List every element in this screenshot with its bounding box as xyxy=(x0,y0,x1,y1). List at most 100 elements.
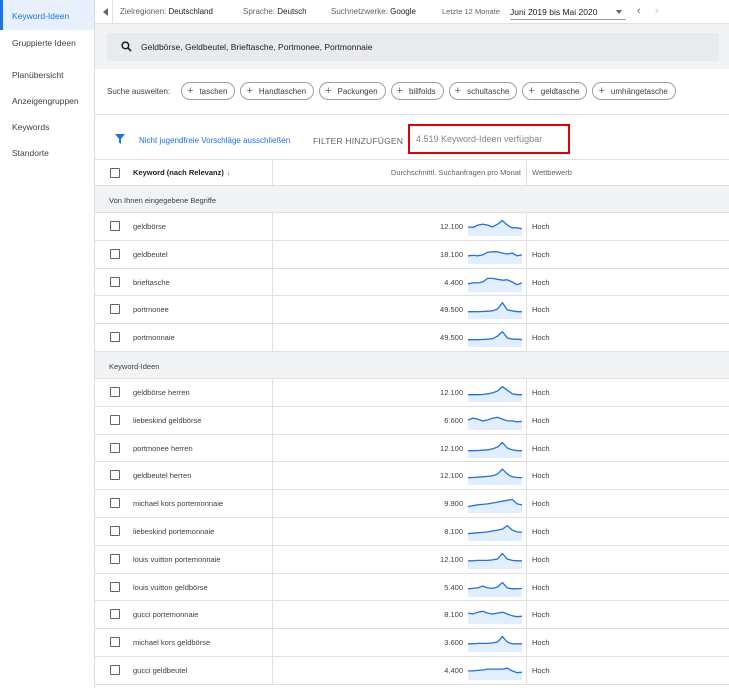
table-row[interactable]: geldbeutel 18.100 Hoch xyxy=(95,240,729,269)
table-row[interactable]: louis vuitton geldbörse 5.400 Hoch xyxy=(95,573,729,602)
plus-icon: + xyxy=(246,85,253,97)
keyword-cell: portmonee xyxy=(133,305,169,315)
row-checkbox[interactable] xyxy=(110,637,120,648)
plus-icon: + xyxy=(396,85,403,97)
regions-setting[interactable]: Zielregionen: Deutschland xyxy=(120,7,213,16)
chip-list: + taschen + Handtaschen + Packungen + billfolds… xyxy=(181,82,676,100)
sidebar-item-keywords[interactable]: Keywords xyxy=(0,114,94,140)
plus-icon: + xyxy=(528,85,535,97)
sort-arrow-icon: ↓ xyxy=(226,168,231,177)
row-checkbox[interactable] xyxy=(110,470,120,481)
exclude-adult-link[interactable]: Nicht jugendfreie Vorschläge ausschließe… xyxy=(139,136,290,145)
column-header-volume[interactable]: Durchschnittl. Suchanfragen pro Monat xyxy=(391,168,521,177)
sparkline-line xyxy=(468,635,522,645)
row-checkbox[interactable] xyxy=(110,442,120,453)
keyword-cell: portmonnaie xyxy=(133,333,175,343)
table-row[interactable]: gucci portemonnaie 8.100 Hoch xyxy=(95,601,729,630)
table-row[interactable]: michael kors portemonnaie 9.900 Hoch xyxy=(95,490,729,518)
row-checkbox[interactable] xyxy=(110,414,120,425)
search-icon xyxy=(121,41,132,52)
sidebar-item-gruppierte-ideen[interactable]: Gruppierte Ideen xyxy=(0,30,94,56)
keyword-cell: michael kors geldbörse xyxy=(133,638,211,648)
networks-setting[interactable]: Suchnetzwerke: Google xyxy=(331,7,416,16)
suggestion-chip[interactable]: + schultasche xyxy=(448,82,518,100)
table-row[interactable]: portmonee 49.500 Hoch xyxy=(95,296,729,325)
broaden-search-label: Suche ausweiten: xyxy=(107,87,171,96)
chevron-left-icon[interactable]: ‹ xyxy=(637,5,641,17)
column-divider xyxy=(272,268,273,296)
table-row[interactable]: brieftasche 4.400 Hoch xyxy=(95,268,729,297)
trend-sparkline xyxy=(467,416,523,430)
row-checkbox[interactable] xyxy=(110,304,120,315)
row-checkbox[interactable] xyxy=(110,664,120,675)
competition-cell: Hoch xyxy=(532,665,550,675)
volume-cell: 9.900 xyxy=(444,499,463,509)
table-row[interactable]: geldbörse herren 12.100 Hoch xyxy=(95,378,729,407)
select-all-checkbox[interactable] xyxy=(110,168,120,178)
trend-sparkline xyxy=(468,635,522,653)
keyword-cell: gucci portemonnaie xyxy=(133,610,199,620)
suggestion-chip[interactable]: + umhängetasche xyxy=(592,82,676,100)
chevron-right-icon[interactable]: › xyxy=(655,5,659,17)
row-checkbox[interactable] xyxy=(110,525,120,536)
row-checkbox[interactable] xyxy=(110,248,120,259)
volume-cell: 6.600 xyxy=(444,415,463,425)
suggestion-chip[interactable]: + Packungen xyxy=(319,82,386,100)
column-header-competition[interactable]: Wettbewerb xyxy=(532,168,572,177)
sparkline-area xyxy=(468,553,522,569)
sidebar-item-anzeigengruppen[interactable]: Anzeigengruppen xyxy=(0,88,94,114)
row-checkbox[interactable] xyxy=(110,609,120,620)
table-row[interactable]: liebeskind portemonnaie 8.100 Hoch xyxy=(95,517,729,546)
plus-icon: + xyxy=(454,85,462,97)
language-setting[interactable]: Sprache: Deutsch xyxy=(243,7,307,16)
column-header-keyword[interactable]: Keyword (nach Relevanz) ↓ xyxy=(133,168,231,177)
table-row[interactable]: louis vuitton portemonnaie 12.100 Hoch xyxy=(95,545,729,574)
column-divider xyxy=(526,296,527,324)
table-row[interactable]: michael kors geldbörse 3.600 Hoch xyxy=(95,629,729,657)
column-divider xyxy=(526,240,527,268)
column-divider xyxy=(272,517,273,545)
keyword-search-input[interactable]: Geldbörse, Geldbeutel, Brieftasche, Port… xyxy=(107,33,719,61)
table-row[interactable]: gucci geldbeutel 4.400 Hoch xyxy=(95,656,729,685)
add-filter-button[interactable]: FILTER HINZUFÜGEN xyxy=(313,136,403,146)
keyword-cell: louis vuitton portemonnaie xyxy=(133,554,221,564)
sidebar-item-standorte[interactable]: Standorte xyxy=(0,140,94,166)
table-row[interactable]: geldbeutel herren 12.100 Hoch xyxy=(95,462,729,491)
column-divider xyxy=(272,601,273,629)
keyword-cell: louis vuitton geldbörse xyxy=(133,582,208,592)
row-checkbox[interactable] xyxy=(110,581,120,592)
row-checkbox[interactable] xyxy=(110,553,120,564)
table-row[interactable]: liebeskind geldbörse 6.600 Hoch xyxy=(95,406,729,435)
group-header-provided-label: Von Ihnen eingegebene Begriffe xyxy=(109,196,217,205)
sidebar-item-planuebersicht[interactable]: Planübersicht xyxy=(0,62,94,88)
table-row[interactable]: geldbörse 12.100 Hoch xyxy=(95,213,729,241)
column-divider xyxy=(526,629,527,656)
column-divider xyxy=(272,324,273,351)
collapse-sidebar-icon[interactable] xyxy=(99,0,113,24)
table-row[interactable]: portmonnaie 49.500 Hoch xyxy=(95,324,729,352)
suggestion-chip-label: taschen xyxy=(199,86,228,96)
suggestion-chip[interactable]: + taschen xyxy=(181,82,236,100)
suggestion-chip[interactable]: + Handtaschen xyxy=(240,82,315,100)
row-checkbox[interactable] xyxy=(110,221,120,231)
row-checkbox[interactable] xyxy=(110,386,120,397)
row-checkbox[interactable] xyxy=(110,276,120,287)
group-header-ideas: Keyword-Ideen xyxy=(95,351,729,379)
competition-cell: Hoch xyxy=(532,277,550,287)
column-divider xyxy=(526,324,527,351)
table-row[interactable]: portmonee herren 12.100 Hoch xyxy=(95,434,729,463)
column-divider xyxy=(526,545,527,573)
date-range-select[interactable]: Juni 2019 bis Mai 2020 xyxy=(510,4,626,20)
suggestion-chip[interactable]: + billfolds xyxy=(390,82,444,100)
group-header-ideas-label: Keyword-Ideen xyxy=(109,361,160,371)
competition-cell: Hoch xyxy=(532,582,550,592)
row-checkbox[interactable] xyxy=(110,332,120,343)
provided-rows: geldbörse 12.100 Hoch geldbeutel 18.100 Hoch b… xyxy=(95,213,729,352)
filter-icon[interactable] xyxy=(115,134,125,144)
sidebar-item-keyword-ideen[interactable]: Keyword-Ideen xyxy=(0,0,94,30)
row-checkbox[interactable] xyxy=(110,498,120,509)
suggestion-chip[interactable]: + geldtasche xyxy=(522,82,588,100)
trend-sparkline xyxy=(468,667,523,680)
column-divider xyxy=(272,378,273,406)
trend-sparkline xyxy=(468,330,523,348)
